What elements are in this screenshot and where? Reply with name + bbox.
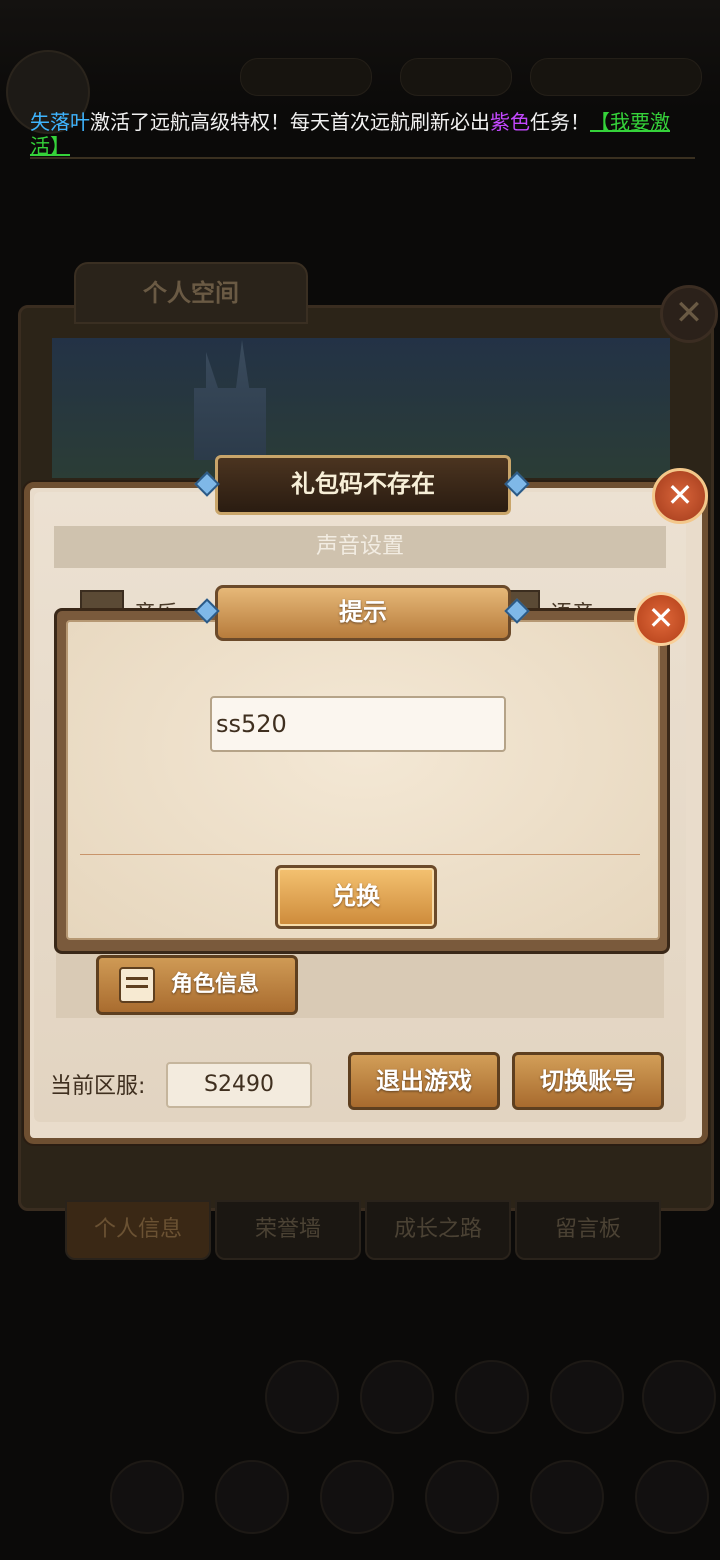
nav-icon <box>110 1460 184 1534</box>
prompt-dialog-title: 提示 <box>339 598 387 626</box>
current-server-value: S2490 <box>166 1062 312 1108</box>
exit-game-label: 退出游戏 <box>376 1067 472 1095</box>
personal-space-close-icon: ✕ <box>660 285 718 343</box>
prompt-divider <box>80 854 640 855</box>
nav-icon <box>265 1360 339 1434</box>
server-value-text: S2490 <box>204 1072 274 1097</box>
role-card-icon <box>119 967 155 1003</box>
diamond-pill <box>530 58 702 96</box>
nav-icon <box>320 1460 394 1534</box>
tab-label: 荣誉墙 <box>254 1217 321 1242</box>
settings-close-icon[interactable]: ✕ <box>652 468 708 524</box>
nav-icon <box>530 1460 604 1534</box>
role-info-button[interactable]: 角色信息 <box>96 955 298 1015</box>
current-server-label: 当前区服: <box>50 1074 146 1099</box>
redeem-button[interactable]: 兑换 <box>275 865 437 929</box>
redeem-label: 兑换 <box>332 882 380 910</box>
notice-text-end: 任务！ <box>530 110 590 134</box>
role-info-label: 角色信息 <box>171 972 260 997</box>
personal-space-tabs: 个人信息 荣誉墙 成长之路 留言板 <box>65 1200 665 1264</box>
nav-icon <box>455 1360 529 1434</box>
nav-icon <box>425 1460 499 1534</box>
sound-settings-header: 声音设置 <box>54 526 666 568</box>
notice-text: 激活了远航高级特权！每天首次远航刷新必出 <box>90 110 490 134</box>
tab-personal-info: 个人信息 <box>65 1200 211 1260</box>
tab-label: 成长之路 <box>393 1217 482 1242</box>
notice-player-name[interactable]: 失落叶 <box>30 110 90 134</box>
nav-icon <box>635 1460 709 1534</box>
prompt-close-icon[interactable]: ✕ <box>634 592 688 646</box>
power-pill <box>240 58 372 96</box>
toast-message: 礼包码不存在 <box>215 455 511 515</box>
tab-label: 留言板 <box>554 1217 621 1242</box>
personal-space-title: 个人空间 <box>143 279 239 307</box>
personal-space-tab: 个人空间 <box>74 262 308 324</box>
notice-divider <box>30 157 695 159</box>
tab-honor-wall: 荣誉墙 <box>215 1200 361 1260</box>
notice-highlight: 紫色 <box>490 110 530 134</box>
system-notice: 失落叶激活了远航高级特权！每天首次远航刷新必出紫色任务！【我要激活】 <box>30 110 695 158</box>
nav-icon <box>215 1460 289 1534</box>
switch-account-button[interactable]: 切换账号 <box>512 1052 664 1110</box>
nav-icon <box>642 1360 716 1434</box>
nav-icon <box>550 1360 624 1434</box>
tab-label: 个人信息 <box>93 1217 182 1242</box>
tab-message-board: 留言板 <box>515 1200 661 1260</box>
switch-account-label: 切换账号 <box>540 1067 636 1095</box>
bottom-nav-dim <box>0 1340 720 1560</box>
gold-pill <box>400 58 512 96</box>
exit-game-button[interactable]: 退出游戏 <box>348 1052 500 1110</box>
gift-code-input[interactable] <box>210 696 506 752</box>
nav-icon <box>360 1360 434 1434</box>
sound-settings-title: 声音设置 <box>315 534 404 559</box>
prompt-dialog-title-plate: 提示 <box>215 585 511 641</box>
tab-growth-path: 成长之路 <box>365 1200 511 1260</box>
toast-text: 礼包码不存在 <box>291 470 435 498</box>
